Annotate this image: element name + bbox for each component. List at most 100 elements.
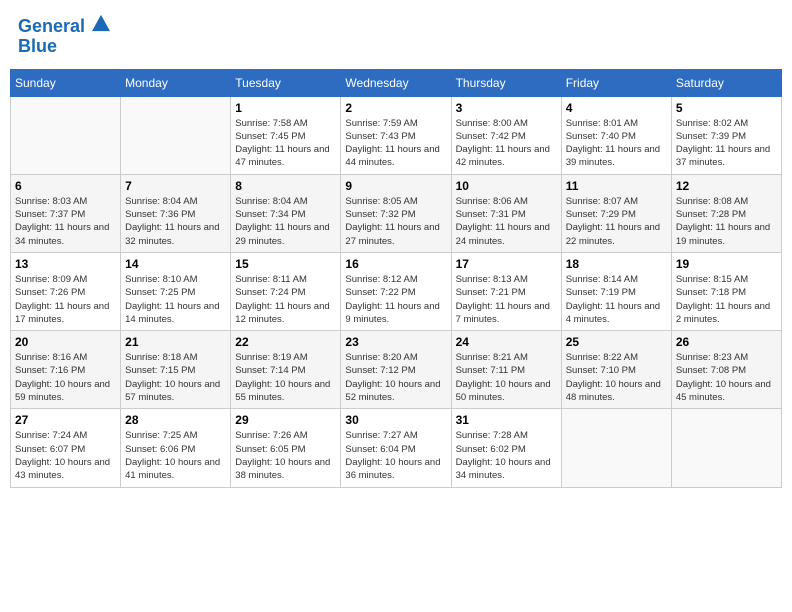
logo-general: General [18, 16, 85, 36]
calendar-cell: 27Sunrise: 7:24 AMSunset: 6:07 PMDayligh… [11, 409, 121, 487]
day-info: Sunrise: 8:08 AMSunset: 7:28 PMDaylight:… [676, 195, 777, 248]
weekday-header-friday: Friday [561, 69, 671, 96]
day-number: 5 [676, 101, 777, 115]
calendar-cell: 12 Sunrise: 8:08 AMSunset: 7:28 PMDayligh… [671, 174, 781, 252]
day-number: 31 [456, 413, 557, 427]
calendar-cell: 10 Sunrise: 8:06 AMSunset: 7:31 PMDayligh… [451, 174, 561, 252]
day-number: 28 [125, 413, 226, 427]
day-info: Sunrise: 8:15 AMSunset: 7:18 PMDaylight:… [676, 273, 777, 326]
day-number: 11 [566, 179, 667, 193]
weekday-header-thursday: Thursday [451, 69, 561, 96]
day-number: 24 [456, 335, 557, 349]
day-number: 10 [456, 179, 557, 193]
calendar-cell: 21Sunrise: 8:18 AMSunset: 7:15 PMDayligh… [121, 331, 231, 409]
day-number: 4 [566, 101, 667, 115]
week-row-4: 20 Sunrise: 8:16 AMSunset: 7:16 PMDayligh… [11, 331, 782, 409]
calendar-cell: 4 Sunrise: 8:01 AMSunset: 7:40 PMDaylight… [561, 96, 671, 174]
day-info: Sunrise: 8:06 AMSunset: 7:31 PMDaylight:… [456, 195, 557, 248]
day-info: Sunrise: 7:58 AMSunset: 7:45 PMDaylight:… [235, 117, 336, 170]
day-info: Sunrise: 8:01 AMSunset: 7:40 PMDaylight:… [566, 117, 667, 170]
day-number: 1 [235, 101, 336, 115]
calendar-cell: 19 Sunrise: 8:15 AMSunset: 7:18 PMDayligh… [671, 252, 781, 330]
weekday-header-sunday: Sunday [11, 69, 121, 96]
day-info: Sunrise: 8:03 AMSunset: 7:37 PMDaylight:… [15, 195, 116, 248]
week-row-3: 13 Sunrise: 8:09 AMSunset: 7:26 PMDayligh… [11, 252, 782, 330]
calendar-cell: 31 Sunrise: 7:28 AMSunset: 6:02 PMDayligh… [451, 409, 561, 487]
calendar-cell: 3 Sunrise: 8:00 AMSunset: 7:42 PMDaylight… [451, 96, 561, 174]
calendar-cell: 22 Sunrise: 8:19 AMSunset: 7:14 PMDayligh… [231, 331, 341, 409]
day-info: Sunrise: 8:07 AMSunset: 7:29 PMDaylight:… [566, 195, 667, 248]
day-info: Sunrise: 8:05 AMSunset: 7:32 PMDaylight:… [345, 195, 446, 248]
day-info: Sunrise: 8:10 AMSunset: 7:25 PMDaylight:… [125, 273, 226, 326]
day-number: 30 [345, 413, 446, 427]
day-number: 29 [235, 413, 336, 427]
day-info: Sunrise: 8:18 AMSunset: 7:15 PMDaylight:… [125, 351, 226, 404]
day-info: Sunrise: 8:00 AMSunset: 7:42 PMDaylight:… [456, 117, 557, 170]
day-info: Sunrise: 8:21 AMSunset: 7:11 PMDaylight:… [456, 351, 557, 404]
calendar-cell: 1 Sunrise: 7:58 AMSunset: 7:45 PMDaylight… [231, 96, 341, 174]
day-number: 12 [676, 179, 777, 193]
calendar-cell: 17Sunrise: 8:13 AMSunset: 7:21 PMDayligh… [451, 252, 561, 330]
week-row-5: 27Sunrise: 7:24 AMSunset: 6:07 PMDayligh… [11, 409, 782, 487]
calendar-cell [561, 409, 671, 487]
calendar-cell: 30Sunrise: 7:27 AMSunset: 6:04 PMDayligh… [341, 409, 451, 487]
day-number: 2 [345, 101, 446, 115]
day-info: Sunrise: 8:04 AMSunset: 7:34 PMDaylight:… [235, 195, 336, 248]
calendar-cell: 2 Sunrise: 7:59 AMSunset: 7:43 PMDaylight… [341, 96, 451, 174]
weekday-header-row: SundayMondayTuesdayWednesdayThursdayFrid… [11, 69, 782, 96]
calendar-cell: 23Sunrise: 8:20 AMSunset: 7:12 PMDayligh… [341, 331, 451, 409]
day-number: 22 [235, 335, 336, 349]
day-number: 13 [15, 257, 116, 271]
day-number: 27 [15, 413, 116, 427]
calendar-cell [671, 409, 781, 487]
calendar-cell [11, 96, 121, 174]
day-info: Sunrise: 8:12 AMSunset: 7:22 PMDaylight:… [345, 273, 446, 326]
calendar-cell: 5Sunrise: 8:02 AMSunset: 7:39 PMDaylight… [671, 96, 781, 174]
day-number: 6 [15, 179, 116, 193]
day-info: Sunrise: 7:59 AMSunset: 7:43 PMDaylight:… [345, 117, 446, 170]
logo-icon [92, 14, 110, 32]
calendar-cell: 24 Sunrise: 8:21 AMSunset: 7:11 PMDayligh… [451, 331, 561, 409]
calendar-cell: 8Sunrise: 8:04 AMSunset: 7:34 PMDaylight… [231, 174, 341, 252]
day-info: Sunrise: 8:09 AMSunset: 7:26 PMDaylight:… [15, 273, 116, 326]
day-info: Sunrise: 8:11 AMSunset: 7:24 PMDaylight:… [235, 273, 336, 326]
calendar-cell: 16 Sunrise: 8:12 AMSunset: 7:22 PMDayligh… [341, 252, 451, 330]
week-row-1: 1 Sunrise: 7:58 AMSunset: 7:45 PMDaylight… [11, 96, 782, 174]
day-number: 3 [456, 101, 557, 115]
calendar-cell: 9Sunrise: 8:05 AMSunset: 7:32 PMDaylight… [341, 174, 451, 252]
day-info: Sunrise: 8:19 AMSunset: 7:14 PMDaylight:… [235, 351, 336, 404]
logo-blue: Blue [18, 36, 57, 56]
day-number: 26 [676, 335, 777, 349]
day-number: 25 [566, 335, 667, 349]
calendar-cell: 18 Sunrise: 8:14 AMSunset: 7:19 PMDayligh… [561, 252, 671, 330]
calendar-cell: 6 Sunrise: 8:03 AMSunset: 7:37 PMDaylight… [11, 174, 121, 252]
calendar-cell: 20 Sunrise: 8:16 AMSunset: 7:16 PMDayligh… [11, 331, 121, 409]
day-number: 15 [235, 257, 336, 271]
day-info: Sunrise: 8:16 AMSunset: 7:16 PMDaylight:… [15, 351, 116, 404]
day-number: 7 [125, 179, 226, 193]
calendar-cell: 28 Sunrise: 7:25 AMSunset: 6:06 PMDayligh… [121, 409, 231, 487]
day-info: Sunrise: 8:22 AMSunset: 7:10 PMDaylight:… [566, 351, 667, 404]
calendar-cell: 29Sunrise: 7:26 AMSunset: 6:05 PMDayligh… [231, 409, 341, 487]
weekday-header-saturday: Saturday [671, 69, 781, 96]
day-info: Sunrise: 8:13 AMSunset: 7:21 PMDaylight:… [456, 273, 557, 326]
day-info: Sunrise: 8:20 AMSunset: 7:12 PMDaylight:… [345, 351, 446, 404]
day-number: 20 [15, 335, 116, 349]
calendar: SundayMondayTuesdayWednesdayThursdayFrid… [10, 69, 782, 488]
day-info: Sunrise: 8:04 AMSunset: 7:36 PMDaylight:… [125, 195, 226, 248]
header: General Blue [10, 10, 782, 61]
calendar-cell: 11 Sunrise: 8:07 AMSunset: 7:29 PMDayligh… [561, 174, 671, 252]
day-number: 19 [676, 257, 777, 271]
calendar-cell: 7 Sunrise: 8:04 AMSunset: 7:36 PMDaylight… [121, 174, 231, 252]
day-number: 16 [345, 257, 446, 271]
day-info: Sunrise: 7:28 AMSunset: 6:02 PMDaylight:… [456, 429, 557, 482]
calendar-cell [121, 96, 231, 174]
day-info: Sunrise: 7:25 AMSunset: 6:06 PMDaylight:… [125, 429, 226, 482]
day-info: Sunrise: 8:23 AMSunset: 7:08 PMDaylight:… [676, 351, 777, 404]
weekday-header-wednesday: Wednesday [341, 69, 451, 96]
calendar-cell: 14Sunrise: 8:10 AMSunset: 7:25 PMDayligh… [121, 252, 231, 330]
calendar-cell: 26 Sunrise: 8:23 AMSunset: 7:08 PMDayligh… [671, 331, 781, 409]
day-number: 18 [566, 257, 667, 271]
day-info: Sunrise: 8:14 AMSunset: 7:19 PMDaylight:… [566, 273, 667, 326]
logo: General Blue [18, 14, 110, 57]
